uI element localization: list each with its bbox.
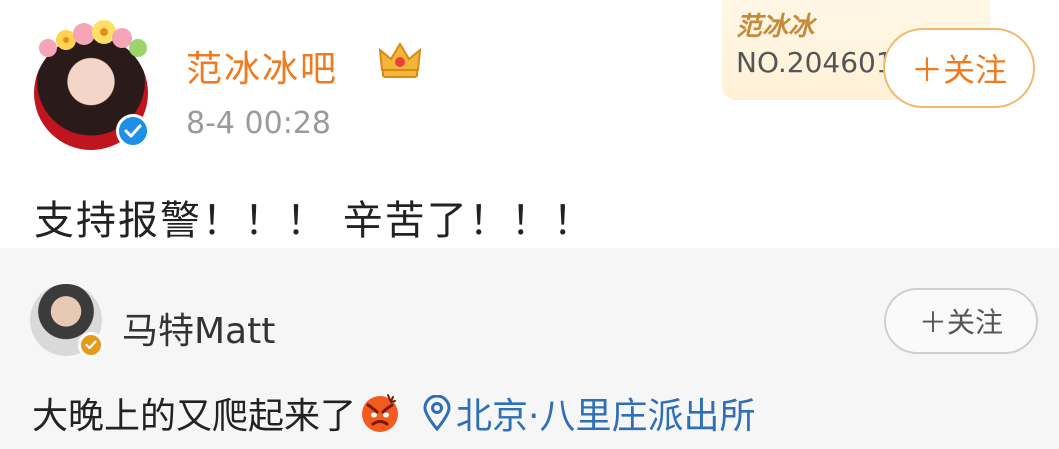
repost-follow-button[interactable]: ＋关注 xyxy=(884,288,1038,354)
crown-icon xyxy=(378,42,422,78)
location-pin-icon xyxy=(423,395,451,431)
fan-card-number: NO.204601 xyxy=(736,46,894,79)
user-avatar[interactable] xyxy=(28,18,156,150)
angry-face-emoji-icon xyxy=(362,394,399,432)
repost-username[interactable]: 马特Matt xyxy=(122,302,275,354)
verified-badge-icon xyxy=(116,114,150,148)
follow-button[interactable]: ＋关注 xyxy=(883,28,1035,108)
post-text: 支持报警！！！ 辛苦了！！！ xyxy=(34,198,595,244)
flower-crown-icon xyxy=(39,20,147,57)
post-timestamp: 8-4 00:28 xyxy=(186,106,331,141)
fan-card-name: 范冰冰 xyxy=(736,12,815,42)
verified-badge-icon xyxy=(78,332,104,358)
repost-content: 大晚上的又爬起来了 北京·八里庄派出所 xyxy=(32,388,755,438)
repost-text: 大晚上的又爬起来了 xyxy=(32,396,357,437)
location-link[interactable]: 北京·八里庄派出所 xyxy=(456,387,755,439)
main-post: 范冰冰吧 8-4 00:28 范冰冰 NO.204601 ＋关注 支持报警！！！… xyxy=(0,0,1059,248)
post-username[interactable]: 范冰冰吧 xyxy=(186,40,338,92)
